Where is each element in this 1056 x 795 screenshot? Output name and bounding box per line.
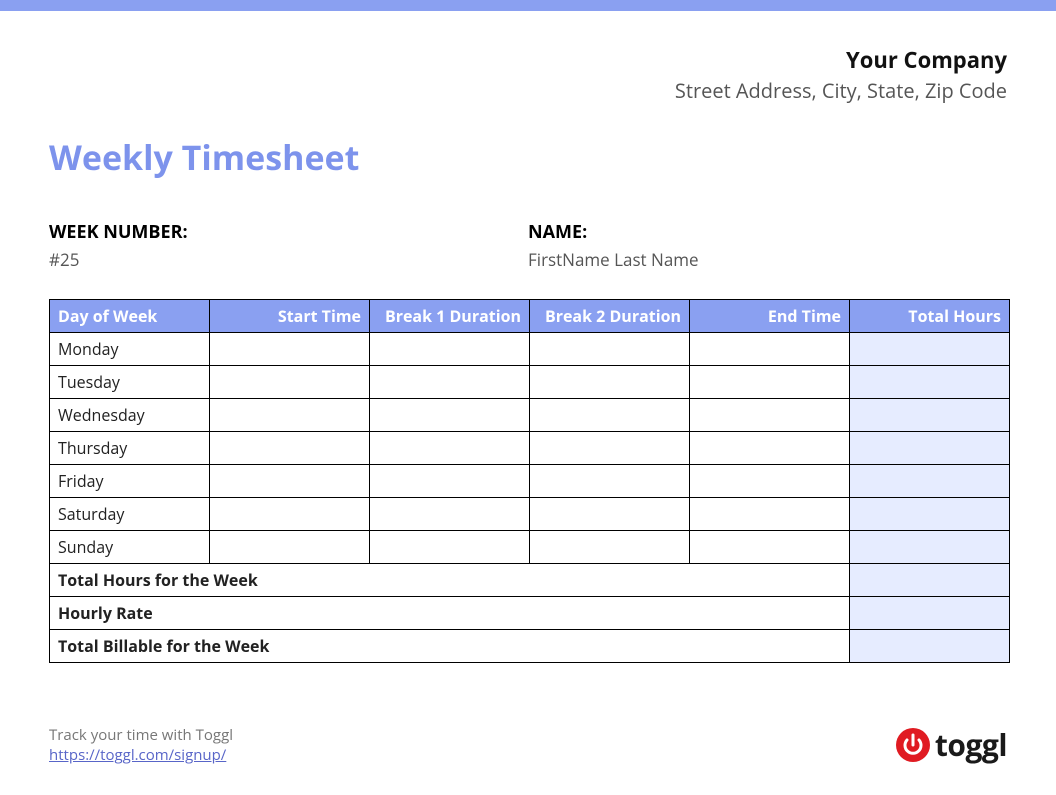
name-value: FirstName Last Name xyxy=(528,248,1007,271)
break1-cell[interactable] xyxy=(370,531,530,564)
toggl-logo: toggl xyxy=(895,724,1007,765)
header-day: Day of Week xyxy=(50,300,210,333)
week-number-label: WEEK NUMBER: xyxy=(49,220,528,244)
table-row: Monday xyxy=(50,333,1010,366)
week-number-value: #25 xyxy=(49,248,528,271)
end-cell[interactable] xyxy=(690,333,850,366)
signup-link[interactable]: https://toggl.com/signup/ xyxy=(49,745,226,765)
total-cell xyxy=(850,531,1010,564)
break1-cell[interactable] xyxy=(370,333,530,366)
company-name: Your Company xyxy=(49,45,1007,75)
break1-cell[interactable] xyxy=(370,399,530,432)
end-cell[interactable] xyxy=(690,366,850,399)
total-billable-row: Total Billable for the Week xyxy=(50,630,1010,663)
power-icon xyxy=(895,727,931,763)
break2-cell[interactable] xyxy=(530,366,690,399)
week-number-block: WEEK NUMBER: #25 xyxy=(49,220,528,271)
timesheet-table: Day of Week Start Time Break 1 Duration … xyxy=(49,299,1010,663)
hourly-rate-value[interactable] xyxy=(850,597,1010,630)
start-cell[interactable] xyxy=(210,432,370,465)
table-row: Thursday xyxy=(50,432,1010,465)
break2-cell[interactable] xyxy=(530,333,690,366)
total-billable-label: Total Billable for the Week xyxy=(50,630,850,663)
header-break1: Break 1 Duration xyxy=(370,300,530,333)
total-cell xyxy=(850,432,1010,465)
total-hours-value xyxy=(850,564,1010,597)
page-title: Weekly Timesheet xyxy=(49,134,1007,180)
header-end-time: End Time xyxy=(690,300,850,333)
total-cell xyxy=(850,465,1010,498)
total-hours-label: Total Hours for the Week xyxy=(50,564,850,597)
day-cell: Thursday xyxy=(50,432,210,465)
footer: Track your time with Toggl https://toggl… xyxy=(49,725,233,765)
hourly-rate-row: Hourly Rate xyxy=(50,597,1010,630)
footer-text: Track your time with Toggl xyxy=(49,725,233,745)
table-row: Friday xyxy=(50,465,1010,498)
total-cell xyxy=(850,333,1010,366)
break1-cell[interactable] xyxy=(370,465,530,498)
logo-text: toggl xyxy=(935,724,1007,765)
table-row: Tuesday xyxy=(50,366,1010,399)
break2-cell[interactable] xyxy=(530,432,690,465)
name-block: NAME: FirstName Last Name xyxy=(528,220,1007,271)
document-content: Your Company Street Address, City, State… xyxy=(0,11,1056,663)
table-row: Saturday xyxy=(50,498,1010,531)
break2-cell[interactable] xyxy=(530,531,690,564)
start-cell[interactable] xyxy=(210,498,370,531)
total-hours-row: Total Hours for the Week xyxy=(50,564,1010,597)
day-cell: Saturday xyxy=(50,498,210,531)
break2-cell[interactable] xyxy=(530,498,690,531)
end-cell[interactable] xyxy=(690,465,850,498)
header-total-hours: Total Hours xyxy=(850,300,1010,333)
break1-cell[interactable] xyxy=(370,366,530,399)
hourly-rate-label: Hourly Rate xyxy=(50,597,850,630)
break1-cell[interactable] xyxy=(370,498,530,531)
table-header-row: Day of Week Start Time Break 1 Duration … xyxy=(50,300,1010,333)
total-cell xyxy=(850,399,1010,432)
start-cell[interactable] xyxy=(210,399,370,432)
break2-cell[interactable] xyxy=(530,399,690,432)
start-cell[interactable] xyxy=(210,531,370,564)
name-label: NAME: xyxy=(528,220,1007,244)
day-cell: Tuesday xyxy=(50,366,210,399)
day-cell: Sunday xyxy=(50,531,210,564)
day-cell: Monday xyxy=(50,333,210,366)
header-break2: Break 2 Duration xyxy=(530,300,690,333)
end-cell[interactable] xyxy=(690,432,850,465)
info-row: WEEK NUMBER: #25 NAME: FirstName Last Na… xyxy=(49,220,1007,271)
end-cell[interactable] xyxy=(690,498,850,531)
total-cell xyxy=(850,498,1010,531)
break2-cell[interactable] xyxy=(530,465,690,498)
table-row: Wednesday xyxy=(50,399,1010,432)
total-billable-value xyxy=(850,630,1010,663)
total-cell xyxy=(850,366,1010,399)
company-block: Your Company Street Address, City, State… xyxy=(49,45,1007,104)
header-start-time: Start Time xyxy=(210,300,370,333)
end-cell[interactable] xyxy=(690,531,850,564)
day-cell: Friday xyxy=(50,465,210,498)
start-cell[interactable] xyxy=(210,333,370,366)
company-address: Street Address, City, State, Zip Code xyxy=(49,77,1007,104)
start-cell[interactable] xyxy=(210,366,370,399)
day-cell: Wednesday xyxy=(50,399,210,432)
table-row: Sunday xyxy=(50,531,1010,564)
break1-cell[interactable] xyxy=(370,432,530,465)
top-accent-bar xyxy=(0,0,1056,11)
start-cell[interactable] xyxy=(210,465,370,498)
end-cell[interactable] xyxy=(690,399,850,432)
